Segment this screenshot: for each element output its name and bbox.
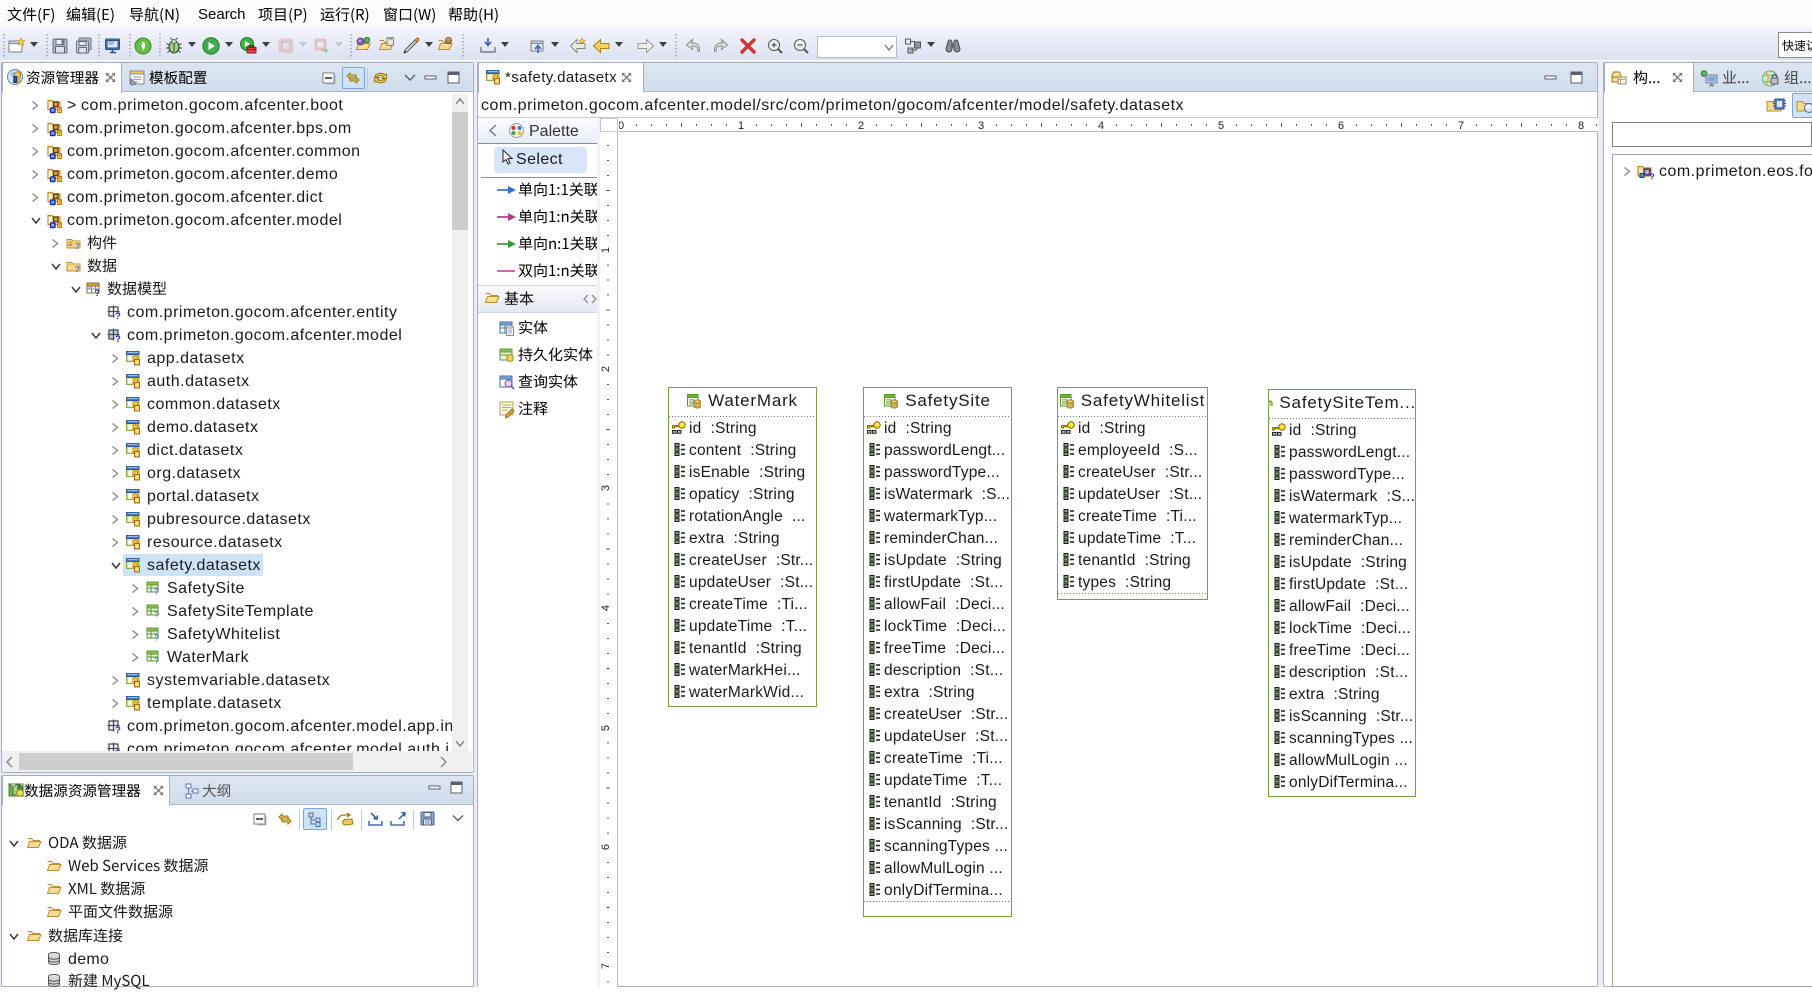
svg-text:3: 3 [978,120,984,132]
svg-text:2: 2 [858,120,864,132]
svg-text:?: ? [155,588,160,597]
svg-text:6: 6 [1338,120,1344,132]
svg-text:?: ? [75,242,80,251]
svg-text:7: 7 [600,963,612,969]
svg-text:3: 3 [600,485,612,491]
svg-text:≡: ≡ [68,240,73,249]
svg-text:7: 7 [1458,120,1464,132]
svg-text:8: 8 [1578,120,1584,132]
svg-text:4: 4 [1098,120,1104,132]
svg-text:?: ? [75,265,80,274]
svg-text:5: 5 [1218,120,1224,132]
svg-text:?: ? [115,725,121,735]
svg-text:6: 6 [600,844,612,850]
svg-text:?: ? [1650,172,1655,181]
svg-text:0: 0 [619,120,624,132]
svg-text:2: 2 [600,366,612,372]
svg-text:1: 1 [738,120,744,132]
svg-text:?: ? [155,611,160,620]
svg-text:?: ? [115,334,121,344]
svg-text:?: ? [115,311,121,321]
svg-text:5: 5 [600,725,612,731]
svg-text:4: 4 [600,605,612,611]
svg-text:?: ? [155,657,160,666]
svg-text:?: ? [95,288,101,298]
svg-text:1: 1 [600,247,612,253]
svg-text:?: ? [155,634,160,643]
